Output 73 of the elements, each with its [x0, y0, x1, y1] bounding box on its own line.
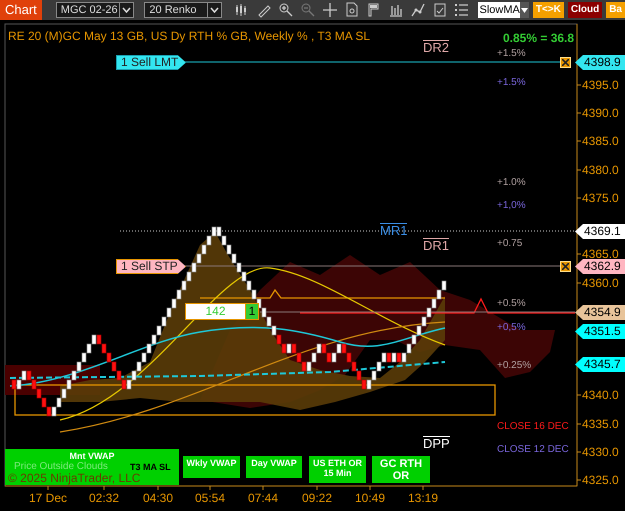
level-label: +1,0% — [497, 200, 526, 212]
price-axis-label: 4380.0 — [582, 163, 619, 177]
indicator-label: T3 MA SL — [130, 462, 171, 472]
time-axis-label: 02:32 — [88, 491, 120, 505]
app-title: Chart — [0, 0, 42, 20]
bar-chart-icon[interactable] — [388, 2, 404, 18]
document-search-icon[interactable] — [344, 2, 360, 18]
pivot-label: DR1 — [423, 238, 450, 253]
close-icon[interactable] — [560, 57, 571, 68]
price-axis-label: 4325.0 — [582, 473, 619, 487]
price-axis-label: 4330.0 — [582, 445, 619, 459]
close-icon[interactable] — [560, 261, 571, 272]
dropdown-value: 20 Renko — [149, 2, 197, 18]
instrument-dropdown[interactable]: MGC 02-26 — [56, 2, 134, 18]
price-axis-label: 4360.0 — [582, 276, 619, 290]
chart-title: RE 20 (M)GC May 13 GB, US Dy RTH % GB, Weekly % , T3 MA SL — [8, 29, 370, 43]
legend-label: US ETH OR 15 Min — [309, 456, 366, 483]
list-icon[interactable] — [454, 2, 470, 18]
legend-label: Wkly VWAP — [183, 456, 240, 478]
level-label: +0.5% — [497, 298, 526, 310]
bar-type-dropdown[interactable]: 20 Renko — [144, 2, 222, 18]
caret-icon — [119, 3, 134, 17]
order-label[interactable]: 1 Sell STP — [116, 259, 186, 274]
zoom-in-icon[interactable] — [278, 2, 294, 18]
position-quantity: 1 — [245, 303, 259, 320]
position-pnl: 142 — [185, 303, 246, 320]
indicator-dropdown[interactable]: SlowMA — [478, 2, 529, 18]
time-axis-label: 10:49 — [354, 491, 386, 505]
time-axis-label: 13:19 — [406, 491, 440, 505]
dropdown-value: SlowMA — [480, 2, 520, 18]
price-axis-label: 4375.0 — [582, 191, 619, 205]
copyright-text: © 2025 NinjaTrader, LLC — [8, 472, 140, 485]
price-axis-label: 4395.0 — [582, 78, 619, 92]
legend-label: Day VWAP — [246, 456, 302, 478]
pivot-label: DPP — [423, 436, 450, 451]
level-label: +1.5% — [497, 77, 526, 89]
level-label: +0.75 — [497, 238, 522, 250]
price-tag: 4345.7 — [575, 357, 625, 372]
indicator-label: Price Outside Clouds — [14, 461, 108, 472]
time-axis-label: 17 Dec — [28, 491, 68, 505]
caret-icon — [206, 3, 221, 17]
level-label: +0.25% — [497, 360, 532, 372]
time-axis-label: 05:54 — [194, 491, 226, 505]
clipboard-icon[interactable] — [432, 2, 448, 18]
caret-icon — [520, 2, 529, 18]
pivot-label: MR1 — [380, 223, 408, 238]
price-tag: 4351.5 — [575, 324, 625, 339]
order-label[interactable]: 1 Sell LMT — [116, 55, 186, 70]
price-tag: 4369.1 — [575, 224, 625, 239]
price-axis-label: 4340.0 — [582, 388, 619, 402]
line-chart-icon[interactable] — [410, 2, 426, 18]
time-axis-label: 09:22 — [300, 491, 334, 505]
change-label: 0.85% = 36.8 — [503, 31, 574, 45]
price-axis-label: 4385.0 — [582, 134, 619, 148]
price-tag: 4362.9 — [575, 259, 625, 274]
pivot-label: DR2 — [423, 40, 450, 55]
price-tag: 4398.9 — [575, 55, 625, 70]
level-label: CLOSE 12 DEC — [497, 444, 569, 456]
crosshair-icon[interactable] — [322, 2, 338, 18]
price-tag: 4354.9 — [575, 305, 625, 320]
dropdown-value: MGC 02-26 — [60, 2, 118, 18]
time-axis-label: 07:44 — [246, 491, 280, 505]
zoom-out-icon[interactable] — [300, 2, 316, 18]
toolbar-button[interactable]: Cloud — [568, 2, 602, 18]
price-axis-label: 4365.0 — [582, 247, 619, 261]
level-label: +1.0% — [497, 177, 526, 189]
level-label: +1.5% — [497, 48, 526, 60]
price-axis-label: 4390.0 — [582, 106, 619, 120]
price-axis-label: 4335.0 — [582, 417, 619, 431]
legend-label: GC RTH OR — [372, 456, 430, 483]
level-label: +0,5% — [497, 322, 526, 334]
time-axis-label: 04:30 — [142, 491, 174, 505]
level-label: CLOSE 16 DEC — [497, 421, 569, 433]
